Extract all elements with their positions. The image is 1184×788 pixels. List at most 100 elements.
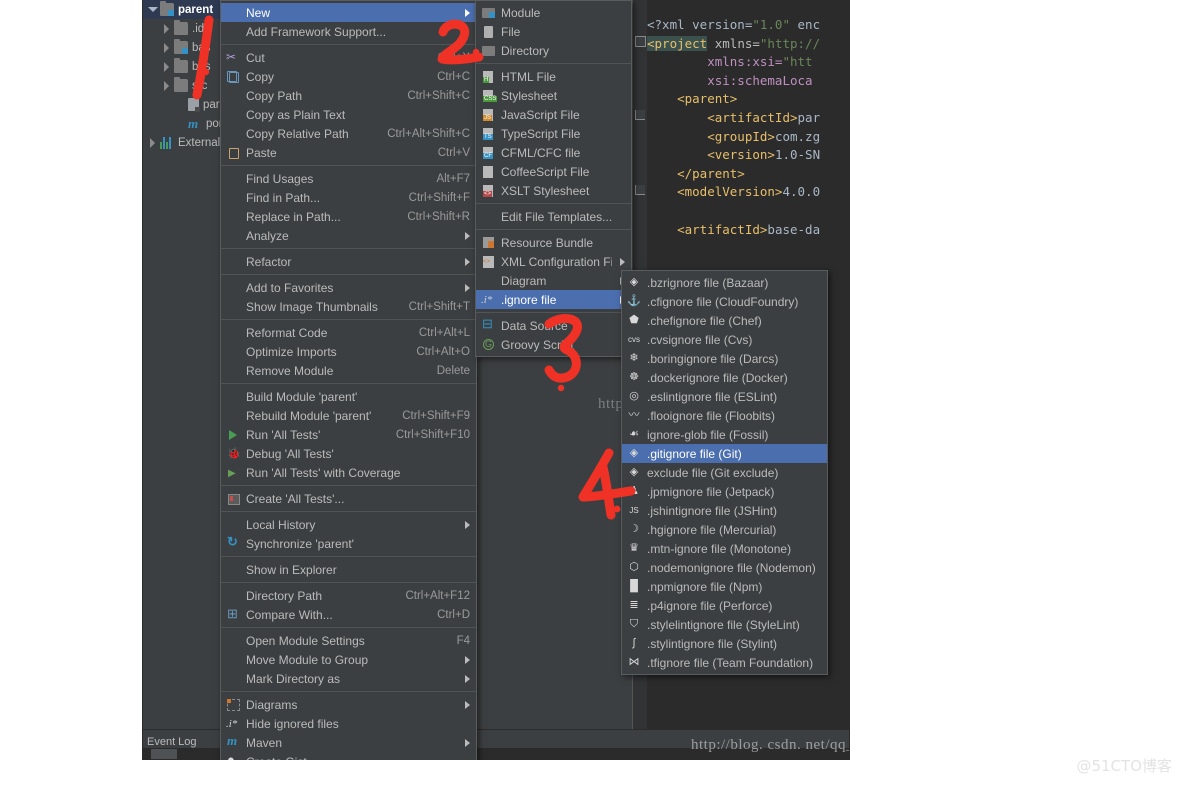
- ignore-submenu-item[interactable]: ☽ .hgignore file (Mercurial): [622, 520, 827, 539]
- context-menu-item[interactable]: Show Image Thumbnails Ctrl+Shift+T: [221, 297, 476, 316]
- new-submenu-item[interactable]: Directory: [476, 41, 631, 60]
- folder-icon: [174, 77, 188, 92]
- ignore-submenu-item[interactable]: ⋈ .tfignore file (Team Foundation): [622, 653, 827, 672]
- ignore-file-submenu[interactable]: ◈ .bzrignore file (Bazaar) ⚓ .cfignore file…: [621, 270, 828, 675]
- menu-shortcut: Ctrl+Shift+C: [407, 89, 470, 102]
- context-menu-item[interactable]: Refactor: [221, 252, 476, 271]
- context-menu-item[interactable]: Directory Path Ctrl+Alt+F12: [221, 586, 476, 605]
- ignore-submenu-item[interactable]: JS .jshintignore file (JSHint): [622, 501, 827, 520]
- expand-arrow-icon[interactable]: [161, 80, 172, 91]
- new-submenu-item[interactable]: Edit File Templates...: [476, 207, 631, 226]
- ignore-submenu-item[interactable]: ⬡ .nodemonignore file (Nodemon): [622, 558, 827, 577]
- new-submenu-item[interactable]: JS JavaScript File: [476, 105, 631, 124]
- context-menu-item[interactable]: Hide ignored files: [221, 714, 476, 733]
- fold-marker[interactable]: [635, 36, 646, 47]
- fold-marker[interactable]: [635, 110, 645, 120]
- context-menu-item[interactable]: Open Module Settings F4: [221, 631, 476, 650]
- new-submenu-item[interactable]: <> XSLT Stylesheet: [476, 181, 631, 200]
- new-submenu-item[interactable]: .ignore file: [476, 290, 631, 309]
- new-submenu[interactable]: Module File Directory H HTML File CSS Styleshe…: [475, 0, 632, 357]
- fold-marker[interactable]: [635, 185, 645, 195]
- context-menu-item[interactable]: Remove Module Delete: [221, 361, 476, 380]
- ignore-submenu-item[interactable]: ≣ .p4ignore file (Perforce): [622, 596, 827, 615]
- new-submenu-item[interactable]: CSS Stylesheet: [476, 86, 631, 105]
- context-menu-item[interactable]: Paste Ctrl+V: [221, 143, 476, 162]
- context-menu-item[interactable]: New: [221, 3, 476, 22]
- context-menu-item[interactable]: Synchronize 'parent': [221, 534, 476, 553]
- context-menu-item[interactable]: Rebuild Module 'parent' Ctrl+Shift+F9: [221, 406, 476, 425]
- ignore-submenu-item[interactable]: ⛉ .stylelintignore file (StyleLint): [622, 615, 827, 634]
- context-menu-item[interactable]: Analyze: [221, 226, 476, 245]
- ignore-submenu-item[interactable]: ☸ .dockerignore file (Docker): [622, 368, 827, 387]
- context-menu-item[interactable]: Reformat Code Ctrl+Alt+L: [221, 323, 476, 342]
- context-menu-item[interactable]: Local History: [221, 515, 476, 534]
- event-log-button[interactable]: Event Log: [147, 736, 197, 748]
- expand-arrow-icon[interactable]: [161, 42, 172, 53]
- context-menu-item[interactable]: Copy Path Ctrl+Shift+C: [221, 86, 476, 105]
- new-submenu-item[interactable]: CF CFML/CFC file: [476, 143, 631, 162]
- context-menu-item[interactable]: Copy Ctrl+C: [221, 67, 476, 86]
- ignore-submenu-item[interactable]: ◈ .bzrignore file (Bazaar): [622, 273, 827, 292]
- new-submenu-item[interactable]: Data Source: [476, 316, 631, 335]
- ignore-submenu-item[interactable]: ♛ .mtn-ignore file (Monotone): [622, 539, 827, 558]
- expand-arrow-icon[interactable]: [161, 23, 172, 34]
- new-submenu-item[interactable]: CoffeeScript File: [476, 162, 631, 181]
- no-icon: [225, 255, 241, 269]
- context-menu-item[interactable]: Show in Explorer: [221, 560, 476, 579]
- ignore-type-glyph: JS: [629, 505, 639, 515]
- new-submenu-item[interactable]: H HTML File: [476, 67, 631, 86]
- ignore-submenu-item[interactable]: ◈ exclude file (Git exclude): [622, 463, 827, 482]
- new-submenu-item[interactable]: Groovy Script: [476, 335, 631, 354]
- context-menu-item[interactable]: Optimize Imports Ctrl+Alt+O: [221, 342, 476, 361]
- context-menu-item[interactable]: Run 'All Tests' Ctrl+Shift+F10: [221, 425, 476, 444]
- context-menu[interactable]: New Add Framework Support... Cut Ctrl+X Copy…: [220, 0, 477, 760]
- context-menu-item[interactable]: Debug 'All Tests': [221, 444, 476, 463]
- new-submenu-item-label: Groovy Script: [501, 337, 574, 352]
- context-menu-item[interactable]: Copy Relative Path Ctrl+Alt+Shift+C: [221, 124, 476, 143]
- expand-arrow-icon[interactable]: [147, 137, 158, 148]
- context-menu-item-label: Run 'All Tests' with Coverage: [246, 465, 401, 480]
- new-submenu-item[interactable]: Module: [476, 3, 631, 22]
- ignore-submenu-item[interactable]: ❄ .boringignore file (Darcs): [622, 349, 827, 368]
- context-menu-item[interactable]: Compare With... Ctrl+D: [221, 605, 476, 624]
- new-submenu-item[interactable]: TS TypeScript File: [476, 124, 631, 143]
- context-menu-item[interactable]: Cut Ctrl+X: [221, 48, 476, 67]
- context-menu-item[interactable]: Run 'All Tests' with Coverage: [221, 463, 476, 482]
- context-menu-item[interactable]: Mark Directory as: [221, 669, 476, 688]
- collapse-arrow-icon[interactable]: [147, 4, 158, 15]
- ignore-submenu-item[interactable]: cvs .cvsignore file (Cvs): [622, 330, 827, 349]
- new-submenu-item[interactable]: Resource Bundle: [476, 233, 631, 252]
- github-icon: [226, 753, 240, 761]
- new-submenu-item[interactable]: Diagram: [476, 271, 631, 290]
- context-menu-item[interactable]: Find in Path... Ctrl+Shift+F: [221, 188, 476, 207]
- ignore-submenu-item[interactable]: ⚓ .cfignore file (CloudFoundry): [622, 292, 827, 311]
- ignore-submenu-item[interactable]: ☙ ignore-glob file (Fossil): [622, 425, 827, 444]
- context-menu-item[interactable]: Maven: [221, 733, 476, 752]
- xml-source-code[interactable]: <?xml version="1.0" enc <project xmlns="h…: [647, 16, 820, 239]
- new-submenu-item[interactable]: File: [476, 22, 631, 41]
- ignore-submenu-item[interactable]: 〰 .flooignore file (Floobits): [622, 406, 827, 425]
- context-menu-item[interactable]: Copy as Plain Text: [221, 105, 476, 124]
- context-menu-item[interactable]: Add Framework Support...: [221, 22, 476, 41]
- ignore-submenu-item[interactable]: ◎ .eslintignore file (ESLint): [622, 387, 827, 406]
- context-menu-item[interactable]: Add to Favorites: [221, 278, 476, 297]
- ignore-submenu-item[interactable]: █ .npmignore file (Npm): [622, 577, 827, 596]
- ignore-submenu-item[interactable]: ⬟ .chefignore file (Chef): [622, 311, 827, 330]
- context-menu-item[interactable]: Find Usages Alt+F7: [221, 169, 476, 188]
- ignore-submenu-item[interactable]: ◈ .gitignore file (Git): [622, 444, 827, 463]
- context-menu-item[interactable]: Diagrams: [221, 695, 476, 714]
- bottom-tool-tab[interactable]: [151, 749, 177, 759]
- expand-arrow-icon[interactable]: [161, 61, 172, 72]
- context-menu-item[interactable]: Create 'All Tests'...: [221, 489, 476, 508]
- code-line: <modelVersion>4.0.0: [647, 183, 820, 202]
- no-icon: [225, 127, 241, 141]
- context-menu-item[interactable]: Move Module to Group: [221, 650, 476, 669]
- ignore-type-glyph: ☙: [629, 427, 639, 440]
- no-icon: [225, 210, 241, 224]
- context-menu-item[interactable]: Replace in Path... Ctrl+Shift+R: [221, 207, 476, 226]
- ignore-submenu-item[interactable]: ♟ .jpmignore file (Jetpack): [622, 482, 827, 501]
- ignore-submenu-item[interactable]: ∫ .stylintignore file (Stylint): [622, 634, 827, 653]
- context-menu-item[interactable]: Build Module 'parent': [221, 387, 476, 406]
- context-menu-item[interactable]: Create Gist...: [221, 752, 476, 761]
- new-submenu-item[interactable]: XML Configuration File: [476, 252, 631, 271]
